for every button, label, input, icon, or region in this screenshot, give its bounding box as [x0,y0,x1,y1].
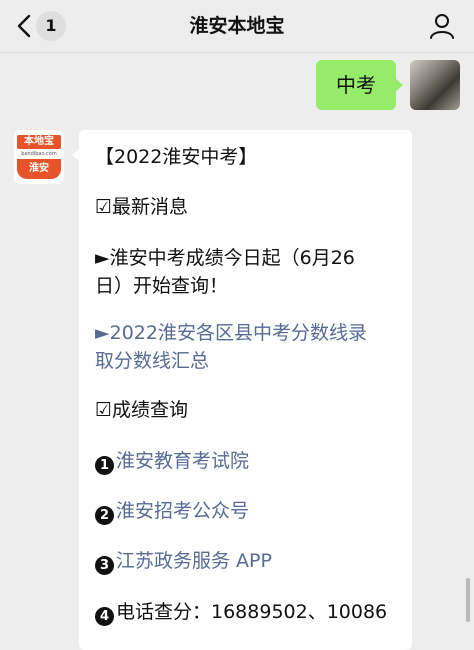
profile-button[interactable] [428,12,456,40]
news-item-1-line2: 日）开始查询！ [95,275,229,297]
query-link-3[interactable]: 江苏政务服务 APP [116,550,272,572]
logo-bottom-text: 淮安 [17,159,61,179]
number-badge: 4 [95,607,114,626]
query-item-2: 2 淮安招考公众号 [95,498,402,525]
query-link-2[interactable]: 淮安招考公众号 [116,500,249,522]
section-score-query: ☑成绩查询 [95,399,189,421]
query-link-1[interactable]: 淮安教育考试院 [116,450,249,472]
chat-title: 淮安本地宝 [189,15,285,37]
query-item-1: 1 淮安教育考试院 [95,448,402,475]
query-text-4: 电话查分：16889502、10086 [116,601,388,623]
news-item-2-link-cont[interactable]: 取分数线汇总 [95,348,402,374]
incoming-bubble: 【2022淮安中考】 ☑最新消息 ►淮安中考成绩今日起（6月26 日）开始查询！… [72,130,412,650]
news-item-2-line1[interactable]: ►2022淮安各区县中考分数线录 [95,322,367,344]
my-avatar[interactable] [410,60,460,110]
user-icon [430,14,454,39]
query-item-3: 3 江苏政务服务 APP [95,548,402,575]
official-account-avatar[interactable]: 本地宝 bendibao.com 淮安 [14,130,64,184]
logo-sub-text: bendibao.com [21,151,57,157]
scrollbar[interactable] [466,578,470,622]
news-item-2-line2[interactable]: 取分数线汇总 [95,350,209,372]
chevron-left-icon [17,14,31,38]
news-item-2-link[interactable]: ►2022淮安各区县中考分数线录 [95,320,402,346]
section-latest-news: ☑最新消息 [95,196,189,218]
message-title: 【2022淮安中考】 [95,146,258,168]
number-badge: 2 [95,506,114,525]
logo-top-text: 本地宝 [17,135,61,149]
outgoing-bubble[interactable]: 中考 [316,60,403,110]
unread-count-badge[interactable]: 1 [36,11,66,41]
number-badge: 3 [95,556,114,575]
nav-bar: 1 淮安本地宝 [0,0,474,53]
number-badge: 1 [95,456,114,475]
news-item-1-line1: ►淮安中考成绩今日起（6月26 [95,247,355,269]
query-item-4: 4 电话查分：16889502、10086 [95,599,402,626]
